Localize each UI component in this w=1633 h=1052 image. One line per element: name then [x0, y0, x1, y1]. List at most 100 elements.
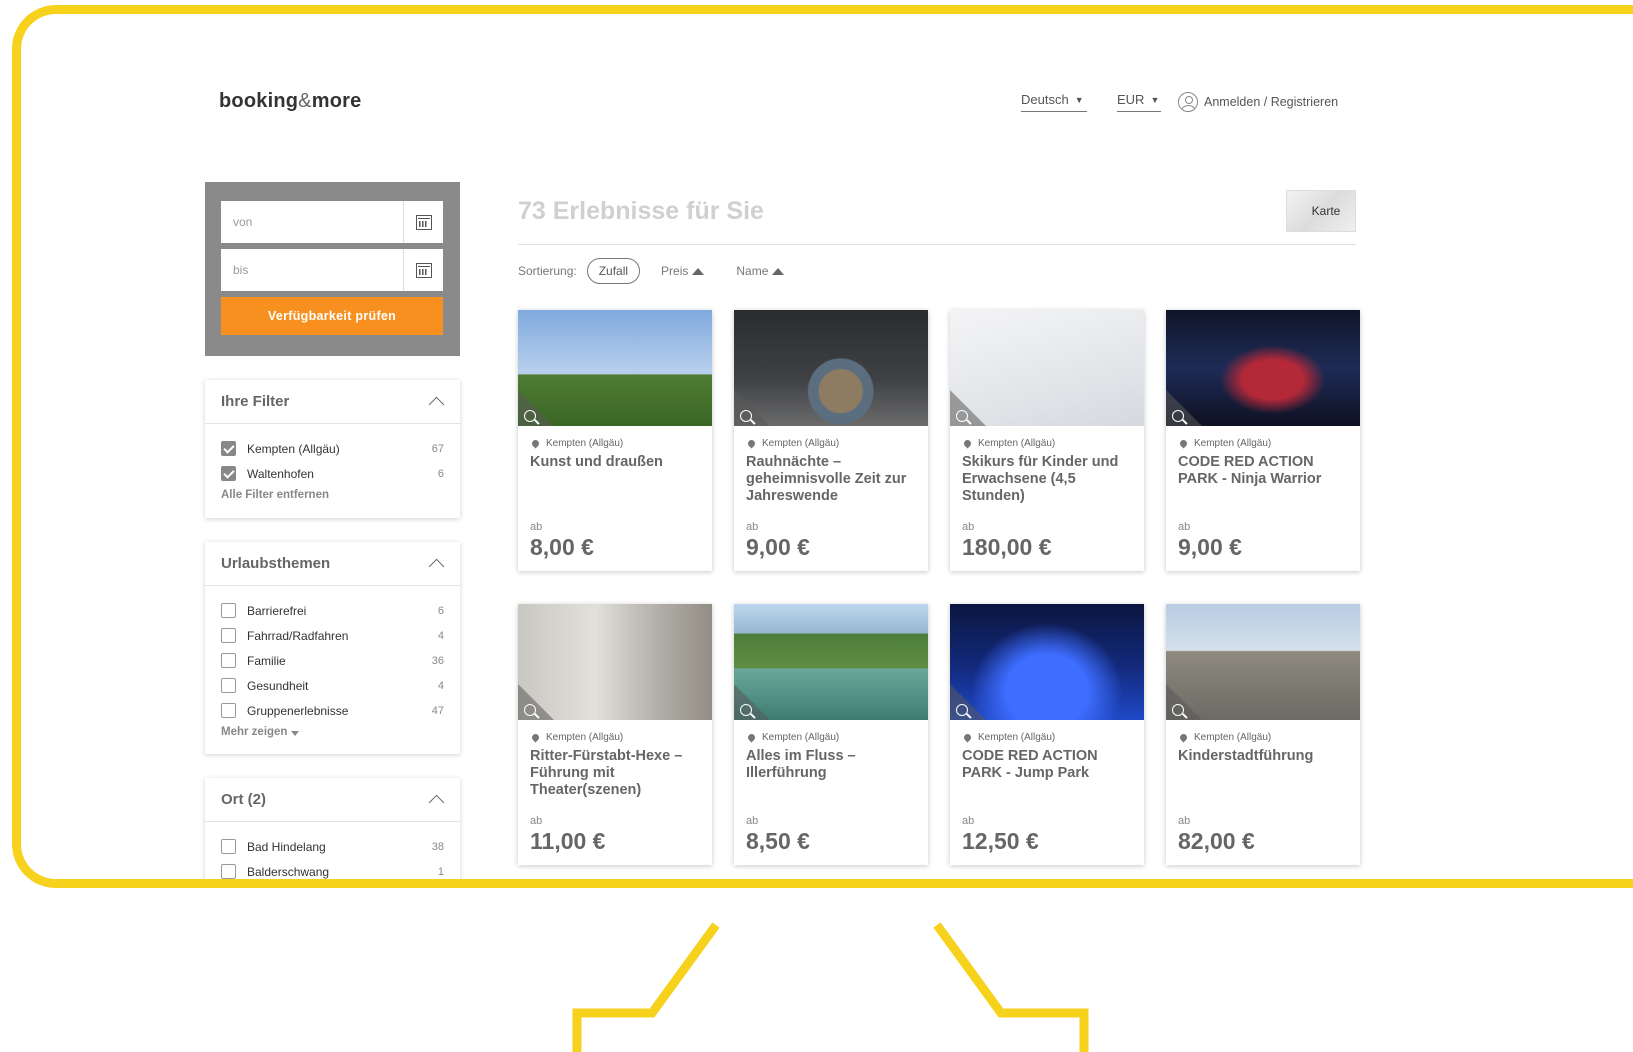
date-to-field[interactable]: bis — [221, 249, 443, 291]
chevron-up-icon[interactable] — [428, 396, 445, 413]
card-location: Kempten (Allgäu) — [530, 732, 700, 743]
checkbox[interactable] — [221, 839, 236, 854]
language-dropdown[interactable]: Deutsch ▼ — [1021, 92, 1087, 112]
checkbox[interactable] — [221, 603, 236, 618]
card-title[interactable]: Skikurs für Kinder und Erwachsene (4,5 S… — [962, 454, 1132, 505]
experience-card[interactable]: Kempten (Allgäu) Rauhnächte – geheimnisvo… — [734, 310, 928, 571]
zoom-icon[interactable] — [740, 704, 752, 716]
filter-option[interactable]: Waltenhofen 6 — [221, 461, 444, 486]
calendar-button[interactable] — [403, 201, 443, 243]
location-pin-icon — [746, 732, 757, 743]
calendar-button[interactable] — [403, 249, 443, 291]
card-location-label: Kempten (Allgäu) — [978, 732, 1056, 743]
place-panel: Ort (2) Bad Hindelang 38 Balderschwang 1 — [205, 778, 460, 879]
zoom-icon[interactable] — [956, 410, 968, 422]
themes-header[interactable]: Urlaubsthemen — [205, 542, 460, 586]
card-title[interactable]: Ritter-Fürstabt-Hexe – Führung mit Theat… — [530, 748, 700, 799]
checkbox[interactable] — [221, 441, 236, 456]
filter-option[interactable]: Gruppenerlebnisse 47 — [221, 698, 444, 723]
checkbox[interactable] — [221, 864, 236, 879]
chevron-up-icon[interactable] — [428, 794, 445, 811]
location-pin-icon — [1178, 732, 1189, 743]
card-title[interactable]: Kinderstadtführung — [1178, 748, 1348, 765]
experience-card[interactable]: Kempten (Allgäu) Kunst und draußen ab 8,00 … — [518, 310, 712, 571]
zoom-icon[interactable] — [524, 704, 536, 716]
card-title[interactable]: CODE RED ACTION PARK - Ninja Warrior — [1178, 454, 1348, 488]
zoom-icon[interactable] — [740, 410, 752, 422]
experience-image[interactable] — [1166, 310, 1360, 426]
zoom-icon[interactable] — [956, 704, 968, 716]
experience-card[interactable]: Kempten (Allgäu) CODE RED ACTION PARK - J… — [950, 604, 1144, 865]
sort-ascending-icon — [772, 267, 785, 275]
filter-option[interactable]: Balderschwang 1 — [221, 859, 444, 879]
currency-dropdown[interactable]: EUR ▼ — [1117, 92, 1161, 112]
filter-option-count: 6 — [437, 604, 444, 617]
experience-card[interactable]: Kempten (Allgäu) Skikurs für Kinder und E… — [950, 310, 1144, 571]
card-location: Kempten (Allgäu) — [1178, 438, 1348, 449]
experience-image[interactable] — [734, 310, 928, 426]
zoom-icon[interactable] — [524, 410, 536, 422]
experience-image[interactable] — [950, 604, 1144, 720]
zoom-icon[interactable] — [1172, 704, 1184, 716]
experience-card[interactable]: Kempten (Allgäu) Kinderstadtführung ab 82,0… — [1166, 604, 1360, 865]
location-pin-icon — [962, 732, 973, 743]
card-location-label: Kempten (Allgäu) — [1194, 438, 1272, 449]
card-price: 11,00 € — [530, 828, 606, 854]
card-price: 9,00 € — [1178, 534, 1242, 560]
experience-image[interactable] — [518, 604, 712, 720]
experience-image[interactable] — [950, 310, 1144, 426]
chevron-up-icon[interactable] — [428, 558, 445, 575]
checkbox[interactable] — [221, 653, 236, 668]
experience-image[interactable] — [518, 310, 712, 426]
logo[interactable]: booking&more — [219, 90, 361, 113]
date-from-field[interactable]: von — [221, 201, 443, 243]
filter-option-label: Fahrrad/Radfahren — [247, 628, 349, 643]
filter-option-label: Waltenhofen — [247, 466, 314, 481]
filter-option-label: Balderschwang — [247, 864, 330, 879]
checkbox[interactable] — [221, 703, 236, 718]
experience-card[interactable]: Kempten (Allgäu) Alles im Fluss – Illerfü… — [734, 604, 928, 865]
zoom-icon[interactable] — [1172, 410, 1184, 422]
experience-card[interactable]: Kempten (Allgäu) CODE RED ACTION PARK - N… — [1166, 310, 1360, 571]
sort-label: Sortierung: — [518, 264, 577, 278]
filter-option[interactable]: Bad Hindelang 38 — [221, 834, 444, 859]
experience-image[interactable] — [1166, 604, 1360, 720]
sort-option-zufall[interactable]: Zufall — [586, 258, 641, 284]
results-title: 73 Erlebnisse für Sie — [518, 197, 764, 225]
card-title[interactable]: Kunst und draußen — [530, 454, 700, 471]
show-more-link[interactable]: Mehr zeigen — [221, 726, 444, 738]
checkbox[interactable] — [221, 466, 236, 481]
sort-bar: Sortierung: Zufall Preis Name — [518, 258, 795, 284]
themes-list: Barrierefrei 6 Fahrrad/Radfahren 4 Familie 36… — [205, 586, 460, 748]
filter-option[interactable]: Gesundheit 4 — [221, 673, 444, 698]
card-title[interactable]: Rauhnächte – geheimnisvolle Zeit zur Jah… — [746, 454, 916, 505]
active-filters-header[interactable]: Ihre Filter — [205, 380, 460, 424]
date-to-placeholder: bis — [233, 263, 249, 277]
card-title[interactable]: CODE RED ACTION PARK - Jump Park — [962, 748, 1132, 782]
filter-option[interactable]: Fahrrad/Radfahren 4 — [221, 623, 444, 648]
sort-option-name[interactable]: Name — [725, 258, 795, 284]
card-location-label: Kempten (Allgäu) — [1194, 732, 1272, 743]
check-availability-button[interactable]: Verfügbarkeit prüfen — [221, 297, 443, 335]
calendar-icon — [415, 262, 432, 278]
remove-all-filters-link[interactable]: Alle Filter entfernen — [221, 489, 444, 501]
filter-option[interactable]: Barrierefrei 6 — [221, 598, 444, 623]
card-location-label: Kempten (Allgäu) — [762, 438, 840, 449]
sort-options: Zufall Preis Name — [577, 258, 796, 284]
login-link[interactable]: Anmelden / Registrieren — [1178, 92, 1338, 112]
sort-option-preis[interactable]: Preis — [650, 258, 715, 284]
checkbox[interactable] — [221, 678, 236, 693]
place-header[interactable]: Ort (2) — [205, 778, 460, 822]
filter-option[interactable]: Familie 36 — [221, 648, 444, 673]
experience-card[interactable]: Kempten (Allgäu) Ritter-Fürstabt-Hexe – F… — [518, 604, 712, 865]
card-price: 12,50 € — [962, 828, 1039, 854]
map-button[interactable]: Karte — [1286, 190, 1356, 232]
filter-option[interactable]: Kempten (Allgäu) 67 — [221, 436, 444, 461]
card-location: Kempten (Allgäu) — [962, 438, 1132, 449]
experience-image[interactable] — [734, 604, 928, 720]
card-title[interactable]: Alles im Fluss – Illerführung — [746, 748, 916, 782]
checkbox[interactable] — [221, 628, 236, 643]
filter-option-count: 47 — [431, 704, 444, 717]
panel-title: Ihre Filter — [221, 393, 290, 410]
sort-ascending-icon — [692, 267, 705, 275]
